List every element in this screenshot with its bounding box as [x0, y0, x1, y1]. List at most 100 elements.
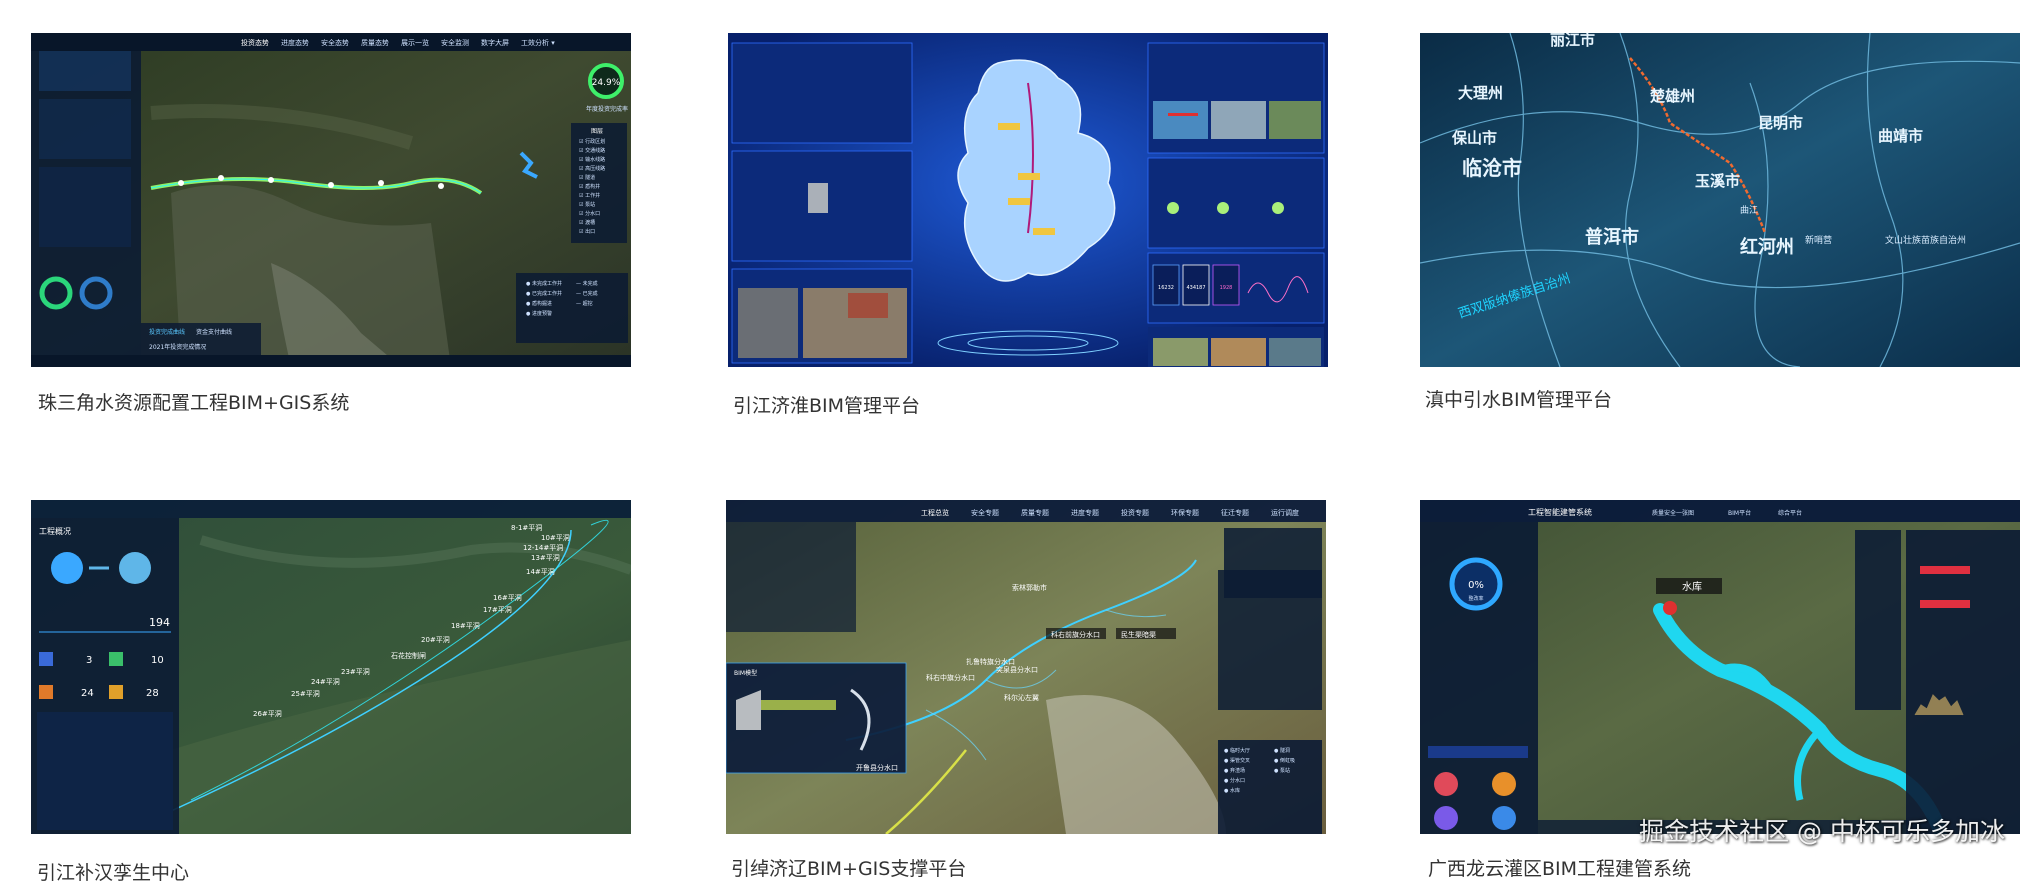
svg-text:● 渠管交叉: ● 渠管交叉 [1224, 757, 1250, 764]
svg-text:进度专题: 进度专题 [1071, 508, 1099, 517]
svg-text:索林郭勒市: 索林郭勒市 [1012, 583, 1047, 592]
svg-text:文山壮族苗族自治州: 文山壮族苗族自治州 [1885, 234, 1966, 246]
thumbnail-guangxi-longyun[interactable]: 工程智能建管系统 质量安全一张图 BIM平台 综合平台 0% 整改率 水库 [1420, 500, 2020, 834]
svg-text:24#平洞: 24#平洞 [311, 677, 340, 686]
svg-text:昆明市: 昆明市 [1758, 114, 1803, 132]
svg-text:● 分水口: ● 分水口 [1224, 777, 1245, 784]
svg-text:工程智能建管系统: 工程智能建管系统 [1528, 507, 1592, 517]
svg-text:图层: 图层 [591, 128, 603, 135]
svg-text:14#平洞: 14#平洞 [526, 567, 555, 576]
svg-text:● 倒虹吸: ● 倒虹吸 [1274, 757, 1295, 764]
svg-text:24.9%: 24.9% [592, 78, 621, 88]
svg-text:民生渠暗渠: 民生渠暗渠 [1121, 630, 1156, 639]
svg-text:质量态势: 质量态势 [361, 38, 389, 47]
svg-text:26#平洞: 26#平洞 [253, 709, 282, 718]
svg-text:☑ 出口: ☑ 出口 [579, 228, 595, 235]
svg-text:环保专题: 环保专题 [1171, 508, 1199, 517]
svg-text:科右前旗分水口: 科右前旗分水口 [1051, 630, 1100, 639]
thumbnail-yinjiang-buhan[interactable]: 工程概况 194 3 10 24 28 8-1#平洞 10#平洞 12-14#平洞 … [31, 500, 631, 834]
svg-text:BIM模型: BIM模型 [734, 669, 757, 677]
svg-text:20#平洞: 20#平洞 [421, 635, 450, 644]
svg-text:13#平洞: 13#平洞 [531, 553, 560, 562]
svg-text:● 进度预警: ● 进度预警 [526, 310, 552, 317]
svg-text:丽江市: 丽江市 [1550, 33, 1595, 49]
svg-text:28: 28 [146, 688, 159, 699]
svg-text:突泉县分水口: 突泉县分水口 [996, 665, 1038, 674]
thumbnail-prd-water-system[interactable]: 投资态势 进度态势 安全态势 质量态势 展示一览 安全监测 数字大屏 工效分析 ▾ 24.… [31, 33, 631, 367]
svg-text:16232: 16232 [1158, 285, 1174, 291]
svg-text:— 已完成: — 已完成 [576, 290, 598, 297]
caption-yinjiang-jihuai: 引江济淮BIM管理平台 [733, 395, 921, 417]
svg-text:8-1#平洞: 8-1#平洞 [511, 523, 542, 532]
svg-text:● 弃渣场: ● 弃渣场 [1224, 767, 1245, 774]
svg-text:24: 24 [81, 688, 94, 699]
svg-text:整改率: 整改率 [1468, 595, 1483, 602]
svg-text:资金支付曲线: 资金支付曲线 [196, 328, 232, 336]
svg-text:工程总览: 工程总览 [921, 508, 949, 517]
svg-text:☑ 工作井: ☑ 工作井 [579, 192, 600, 199]
svg-text:开鲁县分水口: 开鲁县分水口 [856, 763, 898, 772]
svg-text:☑ 交通线路: ☑ 交通线路 [579, 147, 605, 154]
caption-yinchuo-jiliao: 引绰济辽BIM+GIS支撑平台 [731, 858, 967, 880]
svg-text:普洱市: 普洱市 [1585, 226, 1639, 248]
svg-text:— 未完成: — 未完成 [576, 280, 598, 287]
svg-text:扎鲁特旗分水口: 扎鲁特旗分水口 [966, 657, 1015, 666]
svg-text:☑ 行政区划: ☑ 行政区划 [579, 138, 605, 145]
svg-text:玉溪市: 玉溪市 [1695, 172, 1740, 190]
caption-yinjiang-buhan: 引江补汉孪生中心 [37, 862, 190, 882]
svg-text:10#平洞: 10#平洞 [541, 533, 570, 542]
svg-text:曲靖市: 曲靖市 [1878, 127, 1923, 145]
svg-text:年度投资完成率: 年度投资完成率 [586, 105, 628, 113]
svg-text:☑ 渡槽: ☑ 渡槽 [579, 219, 595, 226]
svg-text:12-14#平洞: 12-14#平洞 [523, 543, 563, 552]
watermark: 掘金技术社区 @ 中杯可乐多加冰 [1639, 817, 2005, 846]
svg-text:大理州: 大理州 [1458, 84, 1503, 102]
svg-text:18#平洞: 18#平洞 [451, 621, 480, 630]
svg-text:安全态势: 安全态势 [321, 38, 349, 47]
svg-text:● 未完成工作井: ● 未完成工作井 [526, 280, 562, 287]
svg-text:16#平洞: 16#平洞 [493, 593, 522, 602]
svg-text:● 已完成工作井: ● 已完成工作井 [526, 290, 562, 297]
svg-text:☑ 高压线路: ☑ 高压线路 [579, 165, 605, 172]
svg-text:曲江: 曲江 [1740, 205, 1758, 216]
svg-text:科右中旗分水口: 科右中旗分水口 [926, 673, 975, 682]
svg-text:质量安全一张图: 质量安全一张图 [1652, 509, 1694, 517]
svg-text:楚雄州: 楚雄州 [1650, 87, 1695, 105]
svg-text:科尔沁左翼: 科尔沁左翼 [1004, 693, 1039, 702]
svg-text:安全监测: 安全监测 [441, 38, 469, 47]
svg-text:临沧市: 临沧市 [1462, 156, 1522, 180]
thumbnail-yinchuo-jiliao[interactable]: 工程总览 安全专题 质量专题 进度专题 投资专题 环保专题 征迁专题 运行调度 BIM模型… [726, 500, 1326, 834]
thumbnail-dianzhong-water[interactable]: 丽江市 大理州 保山市 楚雄州 昆明市 曲靖市 临沧市 玉溪市 普洱市 红河州 … [1420, 33, 2020, 367]
svg-text:☑ 输水线路: ☑ 输水线路 [579, 156, 605, 163]
svg-text:25#平洞: 25#平洞 [291, 689, 320, 698]
svg-text:质量专题: 质量专题 [1021, 508, 1049, 517]
svg-text:运行调度: 运行调度 [1271, 508, 1299, 517]
svg-text:1928: 1928 [1220, 285, 1233, 291]
svg-text:● 隧洞: ● 隧洞 [1274, 747, 1290, 754]
svg-text:工效分析 ▾: 工效分析 ▾ [521, 38, 555, 47]
svg-text:434187: 434187 [1186, 285, 1205, 291]
svg-text:数字大屏: 数字大屏 [481, 38, 509, 47]
svg-text:保山市: 保山市 [1451, 129, 1497, 147]
caption-prd-water-system: 珠三角水资源配置工程BIM+GIS系统 [38, 392, 350, 414]
svg-text:新哨营: 新哨营 [1805, 234, 1832, 246]
svg-text:进度态势: 进度态势 [281, 38, 309, 47]
svg-text:征迁专题: 征迁专题 [1221, 508, 1249, 517]
svg-text:— 超挖: — 超挖 [576, 300, 593, 307]
svg-text:投资完成曲线: 投资完成曲线 [149, 328, 185, 336]
svg-text:石花控制闸: 石花控制闸 [391, 651, 426, 660]
svg-text:2021年投资完成情况: 2021年投资完成情况 [149, 343, 206, 351]
svg-text:投资专题: 投资专题 [1121, 508, 1149, 517]
svg-text:☑ 盾构井: ☑ 盾构井 [579, 183, 600, 190]
svg-text:194: 194 [149, 616, 170, 629]
svg-text:● 水库: ● 水库 [1224, 787, 1240, 794]
svg-text:投资态势: 投资态势 [241, 38, 269, 47]
svg-text:0%: 0% [1468, 580, 1484, 591]
svg-text:水库: 水库 [1682, 580, 1702, 593]
svg-text:BIM平台: BIM平台 [1728, 509, 1751, 517]
svg-text:安全专题: 安全专题 [971, 508, 999, 517]
svg-text:23#平洞: 23#平洞 [341, 667, 370, 676]
svg-text:17#平洞: 17#平洞 [483, 605, 512, 614]
thumbnail-yinjiang-jihuai[interactable]: 16232 434187 1928 [728, 33, 1328, 367]
svg-text:● 临时大厅: ● 临时大厅 [1224, 747, 1250, 754]
